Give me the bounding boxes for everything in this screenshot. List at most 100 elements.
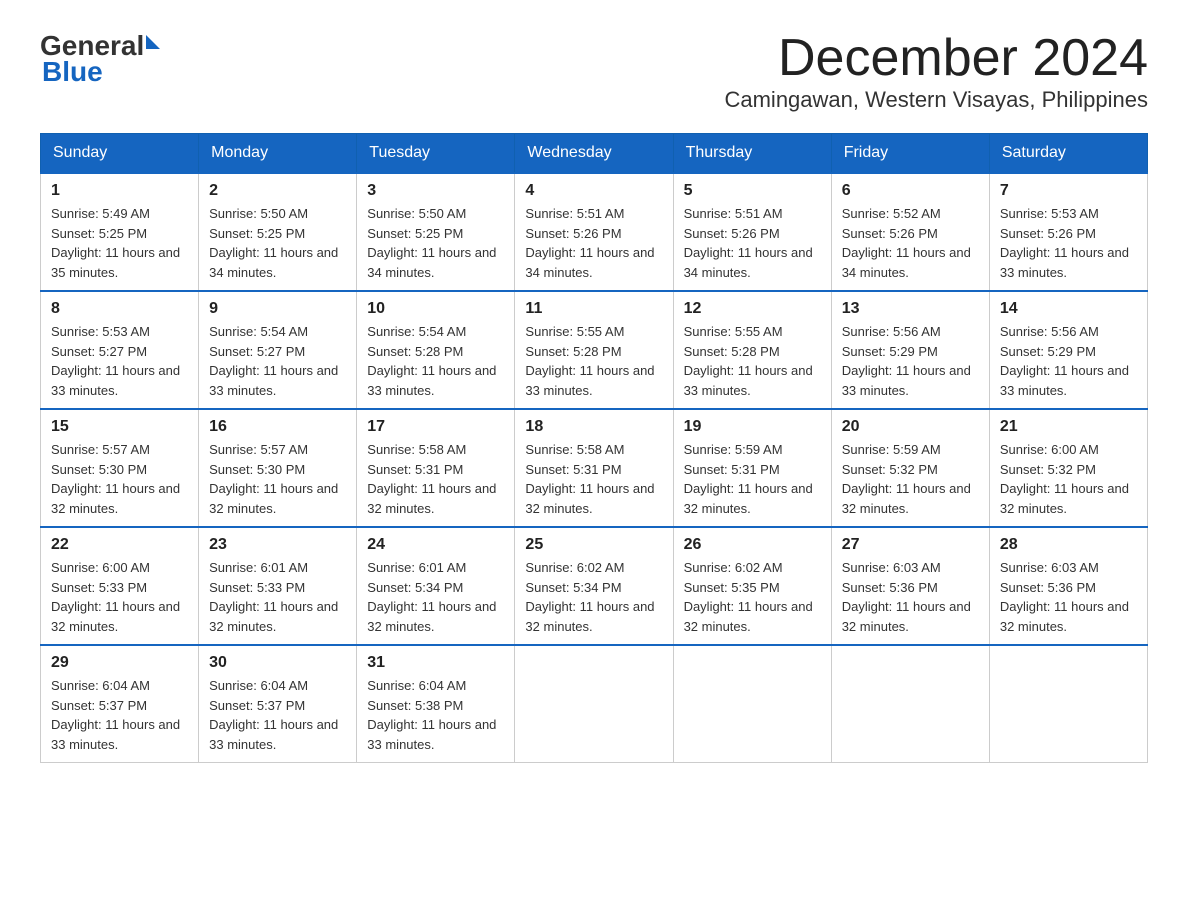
- location-title: Camingawan, Western Visayas, Philippines: [724, 87, 1148, 113]
- calendar-cell: 30 Sunrise: 6:04 AMSunset: 5:37 PMDayligh…: [199, 645, 357, 763]
- day-number: 7: [1000, 182, 1137, 200]
- logo-blue-text: Blue: [42, 56, 103, 88]
- weekday-header-sunday: Sunday: [41, 134, 199, 174]
- day-info: Sunrise: 6:01 AMSunset: 5:34 PMDaylight:…: [367, 558, 504, 636]
- day-info: Sunrise: 5:58 AMSunset: 5:31 PMDaylight:…: [367, 440, 504, 518]
- page-header: General Blue December 2024 Camingawan, W…: [40, 30, 1148, 113]
- calendar-cell: 25Sunrise: 6:02 AMSunset: 5:34 PMDayligh…: [515, 527, 673, 645]
- calendar-cell: 10 Sunrise: 5:54 AMSunset: 5:28 PMDayligh…: [357, 291, 515, 409]
- day-number: 24: [367, 536, 504, 554]
- calendar-table: SundayMondayTuesdayWednesdayThursdayFrid…: [40, 133, 1148, 763]
- day-info: Sunrise: 6:03 AMSunset: 5:36 PMDaylight:…: [842, 558, 979, 636]
- day-info: Sunrise: 5:59 AMSunset: 5:31 PMDaylight:…: [684, 440, 821, 518]
- day-number: 12: [684, 300, 821, 318]
- calendar-cell: [831, 645, 989, 763]
- calendar-cell: 28 Sunrise: 6:03 AMSunset: 5:36 PMDayligh…: [989, 527, 1147, 645]
- calendar-cell: [673, 645, 831, 763]
- day-info: Sunrise: 5:51 AMSunset: 5:26 PMDaylight:…: [684, 204, 821, 282]
- day-info: Sunrise: 6:00 AMSunset: 5:33 PMDaylight:…: [51, 558, 188, 636]
- day-number: 3: [367, 182, 504, 200]
- day-info: Sunrise: 5:54 AMSunset: 5:28 PMDaylight:…: [367, 322, 504, 400]
- day-number: 30: [209, 654, 346, 672]
- day-number: 10: [367, 300, 504, 318]
- calendar-cell: 24 Sunrise: 6:01 AMSunset: 5:34 PMDayligh…: [357, 527, 515, 645]
- week-row-4: 22 Sunrise: 6:00 AMSunset: 5:33 PMDayligh…: [41, 527, 1148, 645]
- day-info: Sunrise: 5:50 AMSunset: 5:25 PMDaylight:…: [209, 204, 346, 282]
- week-row-2: 8Sunrise: 5:53 AMSunset: 5:27 PMDaylight…: [41, 291, 1148, 409]
- day-number: 22: [51, 536, 188, 554]
- day-info: Sunrise: 6:01 AMSunset: 5:33 PMDaylight:…: [209, 558, 346, 636]
- calendar-cell: 13 Sunrise: 5:56 AMSunset: 5:29 PMDayligh…: [831, 291, 989, 409]
- calendar-cell: 6 Sunrise: 5:52 AMSunset: 5:26 PMDaylight…: [831, 173, 989, 291]
- calendar-cell: 19 Sunrise: 5:59 AMSunset: 5:31 PMDayligh…: [673, 409, 831, 527]
- calendar-cell: 22 Sunrise: 6:00 AMSunset: 5:33 PMDayligh…: [41, 527, 199, 645]
- day-info: Sunrise: 5:54 AMSunset: 5:27 PMDaylight:…: [209, 322, 346, 400]
- day-info: Sunrise: 5:56 AMSunset: 5:29 PMDaylight:…: [1000, 322, 1137, 400]
- day-number: 2: [209, 182, 346, 200]
- calendar-cell: 14 Sunrise: 5:56 AMSunset: 5:29 PMDayligh…: [989, 291, 1147, 409]
- day-info: Sunrise: 5:53 AMSunset: 5:26 PMDaylight:…: [1000, 204, 1137, 282]
- calendar-cell: 7 Sunrise: 5:53 AMSunset: 5:26 PMDaylight…: [989, 173, 1147, 291]
- day-number: 29: [51, 654, 188, 672]
- day-info: Sunrise: 5:55 AMSunset: 5:28 PMDaylight:…: [525, 322, 662, 400]
- day-number: 23: [209, 536, 346, 554]
- month-title: December 2024: [724, 30, 1148, 87]
- logo: General Blue: [40, 30, 160, 88]
- calendar-cell: 21 Sunrise: 6:00 AMSunset: 5:32 PMDayligh…: [989, 409, 1147, 527]
- day-number: 11: [525, 300, 662, 318]
- day-info: Sunrise: 5:56 AMSunset: 5:29 PMDaylight:…: [842, 322, 979, 400]
- day-number: 28: [1000, 536, 1137, 554]
- day-number: 27: [842, 536, 979, 554]
- day-number: 25: [525, 536, 662, 554]
- day-info: Sunrise: 6:03 AMSunset: 5:36 PMDaylight:…: [1000, 558, 1137, 636]
- day-info: Sunrise: 5:49 AMSunset: 5:25 PMDaylight:…: [51, 204, 188, 282]
- calendar-cell: 26 Sunrise: 6:02 AMSunset: 5:35 PMDayligh…: [673, 527, 831, 645]
- day-number: 4: [525, 182, 662, 200]
- day-info: Sunrise: 6:00 AMSunset: 5:32 PMDaylight:…: [1000, 440, 1137, 518]
- day-number: 16: [209, 418, 346, 436]
- weekday-header-row: SundayMondayTuesdayWednesdayThursdayFrid…: [41, 134, 1148, 174]
- day-info: Sunrise: 5:52 AMSunset: 5:26 PMDaylight:…: [842, 204, 979, 282]
- day-number: 26: [684, 536, 821, 554]
- calendar-cell: 12Sunrise: 5:55 AMSunset: 5:28 PMDayligh…: [673, 291, 831, 409]
- calendar-cell: 15Sunrise: 5:57 AMSunset: 5:30 PMDayligh…: [41, 409, 199, 527]
- day-number: 13: [842, 300, 979, 318]
- day-info: Sunrise: 6:04 AMSunset: 5:37 PMDaylight:…: [209, 676, 346, 754]
- weekday-header-saturday: Saturday: [989, 134, 1147, 174]
- calendar-cell: 1Sunrise: 5:49 AMSunset: 5:25 PMDaylight…: [41, 173, 199, 291]
- day-number: 17: [367, 418, 504, 436]
- day-number: 14: [1000, 300, 1137, 318]
- week-row-3: 15Sunrise: 5:57 AMSunset: 5:30 PMDayligh…: [41, 409, 1148, 527]
- day-info: Sunrise: 6:04 AMSunset: 5:38 PMDaylight:…: [367, 676, 504, 754]
- day-info: Sunrise: 5:59 AMSunset: 5:32 PMDaylight:…: [842, 440, 979, 518]
- day-info: Sunrise: 6:02 AMSunset: 5:35 PMDaylight:…: [684, 558, 821, 636]
- calendar-cell: 23 Sunrise: 6:01 AMSunset: 5:33 PMDayligh…: [199, 527, 357, 645]
- week-row-1: 1Sunrise: 5:49 AMSunset: 5:25 PMDaylight…: [41, 173, 1148, 291]
- day-info: Sunrise: 5:57 AMSunset: 5:30 PMDaylight:…: [209, 440, 346, 518]
- calendar-cell: [989, 645, 1147, 763]
- calendar-cell: 4 Sunrise: 5:51 AMSunset: 5:26 PMDaylight…: [515, 173, 673, 291]
- day-number: 5: [684, 182, 821, 200]
- day-number: 6: [842, 182, 979, 200]
- day-info: Sunrise: 5:50 AMSunset: 5:25 PMDaylight:…: [367, 204, 504, 282]
- weekday-header-friday: Friday: [831, 134, 989, 174]
- day-info: Sunrise: 6:04 AMSunset: 5:37 PMDaylight:…: [51, 676, 188, 754]
- calendar-cell: 29 Sunrise: 6:04 AMSunset: 5:37 PMDayligh…: [41, 645, 199, 763]
- day-number: 21: [1000, 418, 1137, 436]
- day-number: 19: [684, 418, 821, 436]
- logo-triangle-icon: [146, 35, 160, 49]
- weekday-header-monday: Monday: [199, 134, 357, 174]
- week-row-5: 29 Sunrise: 6:04 AMSunset: 5:37 PMDayligh…: [41, 645, 1148, 763]
- weekday-header-thursday: Thursday: [673, 134, 831, 174]
- calendar-cell: 17 Sunrise: 5:58 AMSunset: 5:31 PMDayligh…: [357, 409, 515, 527]
- calendar-cell: 16 Sunrise: 5:57 AMSunset: 5:30 PMDayligh…: [199, 409, 357, 527]
- calendar-cell: 8Sunrise: 5:53 AMSunset: 5:27 PMDaylight…: [41, 291, 199, 409]
- calendar-cell: 5 Sunrise: 5:51 AMSunset: 5:26 PMDaylight…: [673, 173, 831, 291]
- day-info: Sunrise: 5:51 AMSunset: 5:26 PMDaylight:…: [525, 204, 662, 282]
- calendar-cell: 3 Sunrise: 5:50 AMSunset: 5:25 PMDaylight…: [357, 173, 515, 291]
- day-number: 8: [51, 300, 188, 318]
- day-number: 20: [842, 418, 979, 436]
- title-area: December 2024 Camingawan, Western Visaya…: [724, 30, 1148, 113]
- day-info: Sunrise: 5:57 AMSunset: 5:30 PMDaylight:…: [51, 440, 188, 518]
- day-info: Sunrise: 5:58 AMSunset: 5:31 PMDaylight:…: [525, 440, 662, 518]
